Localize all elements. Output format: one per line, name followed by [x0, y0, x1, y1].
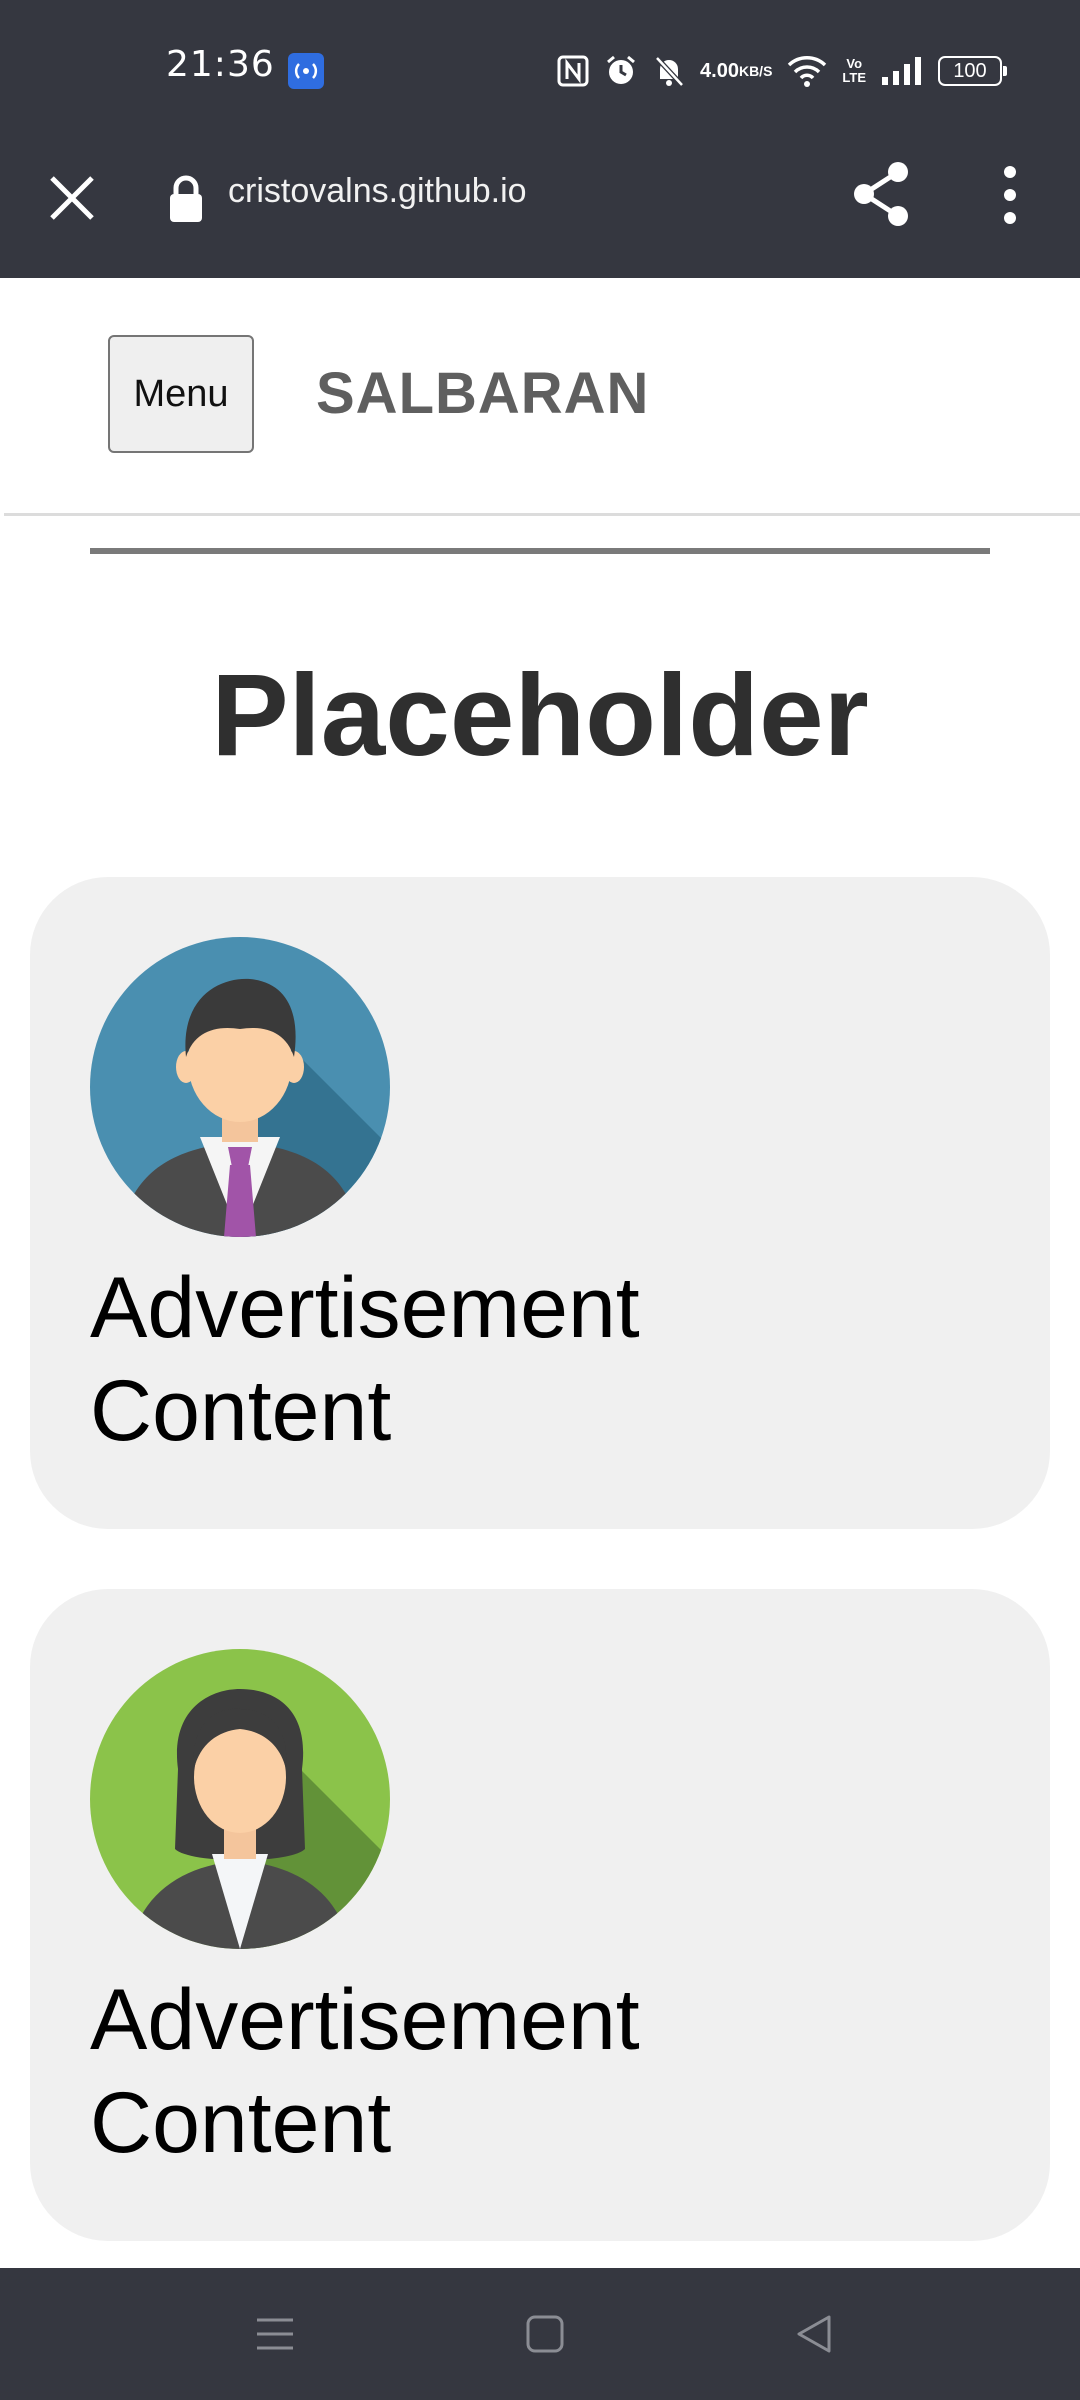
ad-card-text: Advertisement Content — [90, 1972, 640, 2171]
status-icons: 4.00 KB/S Vo LTE 100 — [556, 48, 1007, 94]
mute-bell-icon — [652, 54, 686, 88]
ad-card: Advertisement Content — [30, 1589, 1050, 2241]
close-icon[interactable] — [42, 168, 102, 228]
nfc-app-icon — [288, 53, 324, 89]
page-heading: Placeholder — [211, 650, 869, 780]
network-speed: 4.00 KB/S — [700, 60, 773, 82]
section-divider — [90, 548, 990, 554]
share-icon[interactable] — [848, 158, 914, 228]
menu-button[interactable]: Menu — [108, 335, 254, 453]
navigation-bar — [0, 2268, 1080, 2400]
male-avatar-icon — [90, 937, 390, 1237]
site-title[interactable]: SALBARAN — [316, 360, 649, 427]
url-text[interactable]: cristovalns.github.io — [228, 172, 527, 211]
alarm-icon — [604, 54, 638, 88]
volte-indicator: Vo LTE — [842, 56, 866, 85]
wifi-icon — [786, 54, 828, 88]
nfc-icon — [556, 54, 590, 88]
header-divider — [4, 513, 1080, 516]
home-icon[interactable] — [525, 2314, 565, 2354]
signal-icon — [880, 55, 924, 87]
battery-icon: 100 — [938, 56, 1007, 86]
back-icon[interactable] — [795, 2314, 835, 2354]
ad-card: Advertisement Content — [30, 877, 1050, 1529]
browser-toolbar: cristovalns.github.io — [0, 128, 1080, 278]
recents-icon[interactable] — [255, 2314, 295, 2354]
female-avatar-icon — [90, 1649, 390, 1949]
lock-icon — [166, 168, 206, 228]
status-time: 21:36 — [166, 44, 275, 85]
more-vert-icon[interactable] — [990, 162, 1030, 228]
status-bar: 21:36 4.00 KB/S Vo LTE 100 — [0, 0, 1080, 128]
ad-card-text: Advertisement Content — [90, 1260, 640, 1459]
